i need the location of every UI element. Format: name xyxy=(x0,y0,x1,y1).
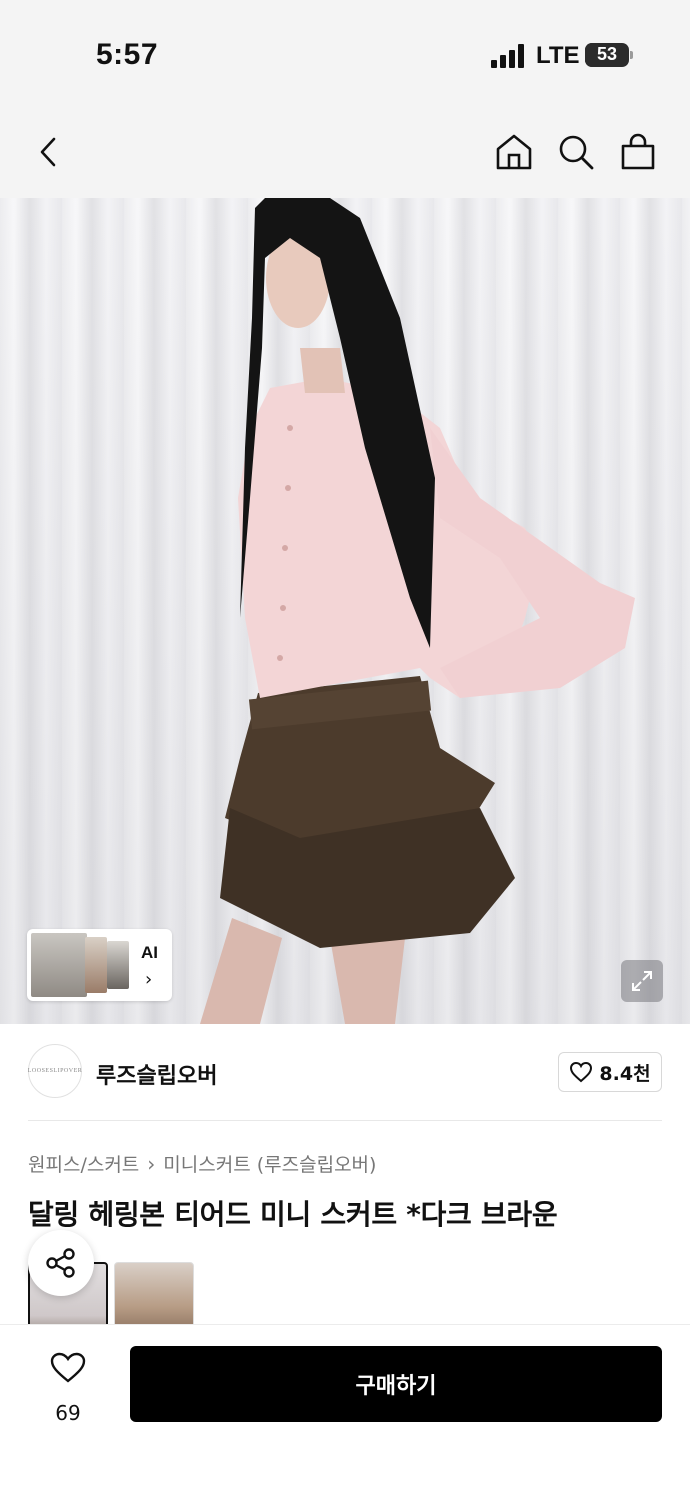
brand-like-button[interactable]: 8.4천 xyxy=(558,1052,662,1092)
model-photo xyxy=(200,198,635,1024)
cart-button[interactable] xyxy=(616,130,660,174)
expand-button[interactable] xyxy=(621,960,663,1002)
battery-cap xyxy=(630,51,633,59)
share-button[interactable] xyxy=(28,1230,94,1296)
brand-like-count: 8.4천 xyxy=(599,1062,651,1085)
status-time: 5:57 xyxy=(96,38,159,71)
ai-label: AI xyxy=(141,943,158,962)
brand-name[interactable]: 루즈슬립오버 xyxy=(96,1058,217,1090)
product-thumbnail-2[interactable] xyxy=(114,1262,194,1324)
divider xyxy=(28,1120,662,1121)
signal-icon xyxy=(491,44,525,68)
product-image[interactable]: AI › xyxy=(0,198,690,1024)
brand-row: LOOSESLIPOVER 루즈슬립오버 8.4천 xyxy=(0,1024,690,1120)
brand-logo[interactable]: LOOSESLIPOVER xyxy=(28,1044,82,1098)
share-icon xyxy=(46,1248,75,1278)
status-bar: 5:57 LTE 53 xyxy=(0,0,690,110)
ai-lookbook-strip[interactable]: AI › xyxy=(27,929,172,1001)
chevron-right-icon: › xyxy=(145,969,153,990)
search-icon xyxy=(559,135,594,170)
shopping-bag-icon xyxy=(621,133,655,170)
wishlist-button[interactable]: 69 xyxy=(40,1347,96,1427)
product-title: 달링 헤링본 티어드 미니 스커트 *다크 브라운 xyxy=(28,1198,558,1231)
lookbook-thumb-3 xyxy=(107,941,129,989)
breadcrumb-item-category[interactable]: 원피스/스커트 xyxy=(28,1150,139,1177)
lookbook-thumb-2 xyxy=(85,937,107,993)
home-button[interactable] xyxy=(492,130,536,174)
search-button[interactable] xyxy=(554,130,598,174)
breadcrumb-item-subcategory[interactable]: 미니스커트 (루즈슬립오버) xyxy=(163,1150,376,1177)
breadcrumb-separator-icon: › xyxy=(147,1151,156,1176)
heart-icon xyxy=(50,1352,86,1383)
breadcrumb: 원피스/스커트 › 미니스커트 (루즈슬립오버) xyxy=(28,1150,376,1177)
wishlist-count: 69 xyxy=(55,1401,81,1425)
expand-icon xyxy=(632,971,652,991)
home-icon xyxy=(496,134,532,170)
top-nav xyxy=(0,110,690,198)
battery-icon: 53 xyxy=(585,43,629,67)
battery-percent: 53 xyxy=(596,44,618,64)
buy-button[interactable]: 구매하기 xyxy=(130,1346,662,1422)
lookbook-thumb-1 xyxy=(31,933,87,997)
back-button[interactable] xyxy=(26,130,70,174)
bottom-action-bar: 69 구매하기 xyxy=(0,1324,690,1500)
chevron-left-icon xyxy=(40,137,56,167)
heart-icon xyxy=(570,1061,593,1083)
network-label: LTE xyxy=(536,42,580,69)
brand-logo-text: LOOSESLIPOVER xyxy=(27,1068,83,1074)
